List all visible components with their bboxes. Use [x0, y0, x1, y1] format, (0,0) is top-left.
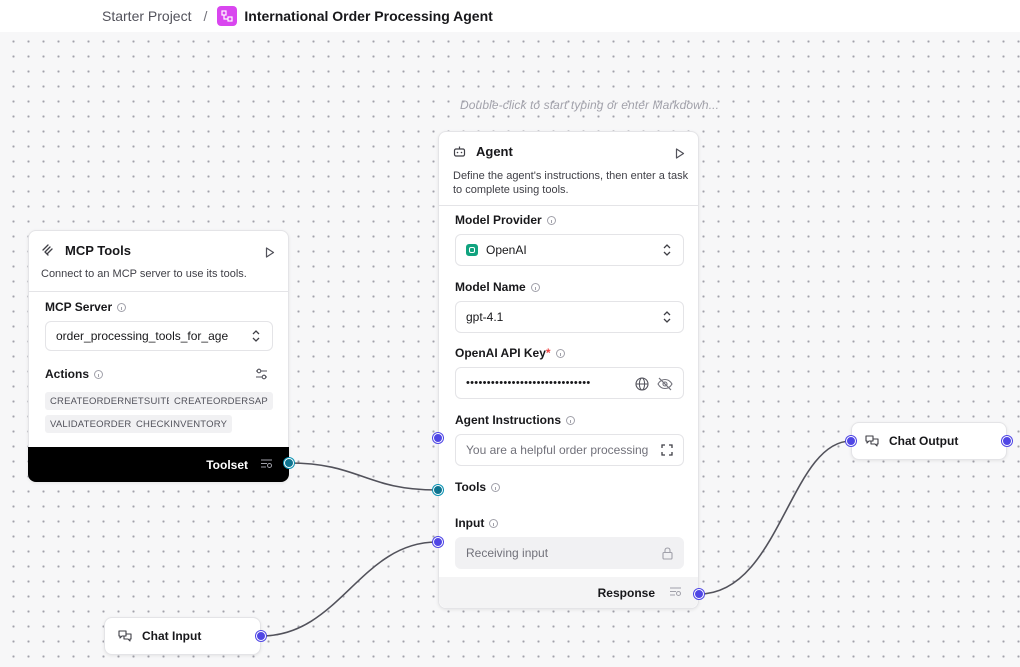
tools-label: Tools	[455, 480, 501, 494]
chat-icon	[865, 434, 879, 448]
input-field: Receiving input	[455, 537, 684, 569]
input-placeholder: Receiving input	[466, 546, 549, 560]
mcp-server-select[interactable]: order_processing_tools_for_age	[45, 321, 273, 351]
flow-title[interactable]: International Order Processing Agent	[244, 8, 492, 24]
info-icon[interactable]	[489, 518, 499, 528]
flow-canvas[interactable]: Double-click to start typing or enter Ma…	[0, 32, 1020, 667]
response-output-bar[interactable]: Response	[439, 577, 698, 608]
toolset-output-handle[interactable]	[284, 458, 294, 468]
chat-input-title: Chat Input	[142, 629, 202, 643]
chat-input-output-handle[interactable]	[256, 631, 266, 641]
bot-icon	[453, 145, 466, 158]
info-icon[interactable]	[491, 482, 501, 492]
info-icon[interactable]	[555, 348, 565, 358]
flow-icon	[217, 6, 238, 26]
expand-icon[interactable]	[661, 444, 673, 459]
input-label: Input	[455, 516, 499, 530]
edge-chatinput-to-input	[260, 541, 438, 637]
model-provider-select[interactable]: OpenAI	[455, 234, 684, 266]
info-icon[interactable]	[117, 302, 127, 312]
api-key-label: OpenAI API Key *	[455, 346, 565, 360]
chat-icon	[118, 629, 132, 643]
api-key-value: ••••••••••••••••••••••••••••••	[466, 377, 591, 389]
mcp-tools-title: MCP Tools	[65, 242, 131, 258]
run-component-icon[interactable]	[265, 245, 275, 263]
action-chip[interactable]: CREATEORDERNETSUITE	[45, 392, 178, 410]
tools-input-handle[interactable]	[433, 485, 443, 495]
response-label: Response	[597, 585, 655, 600]
chat-output-output-handle[interactable]	[1002, 436, 1012, 446]
sliders-icon[interactable]	[255, 367, 268, 385]
chat-input-node[interactable]: Chat Input	[104, 617, 261, 655]
chat-output-input-handle[interactable]	[846, 436, 856, 446]
toolset-output-bar[interactable]: Toolset	[28, 447, 289, 482]
actions-label: Actions	[45, 367, 104, 381]
breadcrumb-separator: /	[203, 8, 208, 24]
model-name-label: Model Name	[455, 280, 540, 294]
chevron-updown-icon	[663, 243, 671, 257]
model-name-select[interactable]: gpt-4.1	[455, 301, 684, 333]
eye-off-icon[interactable]	[657, 377, 673, 394]
chat-output-node[interactable]: Chat Output	[851, 422, 1007, 460]
agent-title: Agent	[476, 143, 513, 159]
info-icon[interactable]	[94, 369, 104, 379]
info-icon[interactable]	[566, 415, 576, 425]
edge-response-to-chatoutput	[698, 440, 852, 595]
mcp-tools-node[interactable]: MCP Tools Connect to an MCP server to us…	[28, 230, 289, 482]
mcp-server-label: MCP Server	[45, 300, 127, 314]
model-provider-label: Model Provider	[455, 213, 556, 227]
agent-instructions-input-handle[interactable]	[433, 433, 443, 443]
action-chip[interactable]: CREATEORDERSAP	[169, 392, 273, 410]
divider	[439, 205, 698, 206]
model-name-value: gpt-4.1	[466, 310, 504, 324]
model-provider-value: OpenAI	[486, 243, 527, 257]
run-component-icon[interactable]	[675, 146, 685, 164]
breadcrumb-project[interactable]: Starter Project	[102, 8, 191, 24]
inspect-output-icon[interactable]	[669, 584, 682, 602]
agent-node[interactable]: Agent Define the agent's instructions, t…	[438, 131, 699, 609]
agent-instructions-input[interactable]: You are a helpful order processing	[455, 434, 684, 466]
agent-instructions-label: Agent Instructions	[455, 413, 576, 427]
inspect-output-icon[interactable]	[260, 456, 273, 474]
api-key-input[interactable]: ••••••••••••••••••••••••••••••	[455, 367, 684, 399]
edge-toolset-to-tools	[288, 462, 438, 491]
mcp-tools-description: Connect to an MCP server to use its tool…	[41, 268, 247, 280]
chevron-updown-icon	[663, 310, 671, 324]
top-bar: Starter Project / International Order Pr…	[0, 0, 1020, 32]
response-output-handle[interactable]	[694, 589, 704, 599]
mcp-server-value: order_processing_tools_for_age	[56, 329, 229, 343]
info-icon[interactable]	[530, 282, 540, 292]
agent-instructions-value: You are a helpful order processing	[466, 443, 649, 457]
agent-description: Define the agent's instructions, then en…	[453, 170, 689, 196]
lock-icon	[662, 547, 673, 563]
globe-icon[interactable]	[635, 377, 649, 394]
chat-output-title: Chat Output	[889, 434, 959, 448]
chevron-updown-icon	[252, 329, 260, 343]
openai-icon	[466, 244, 478, 256]
action-chip[interactable]: CHECKINVENTORY	[131, 415, 233, 433]
input-input-handle[interactable]	[433, 537, 443, 547]
required-mark: *	[545, 346, 551, 360]
mcp-icon	[41, 243, 55, 257]
info-icon[interactable]	[546, 215, 556, 225]
action-chip[interactable]: VALIDATEORDER	[45, 415, 137, 433]
divider	[29, 291, 288, 292]
toolset-label: Toolset	[206, 457, 248, 472]
